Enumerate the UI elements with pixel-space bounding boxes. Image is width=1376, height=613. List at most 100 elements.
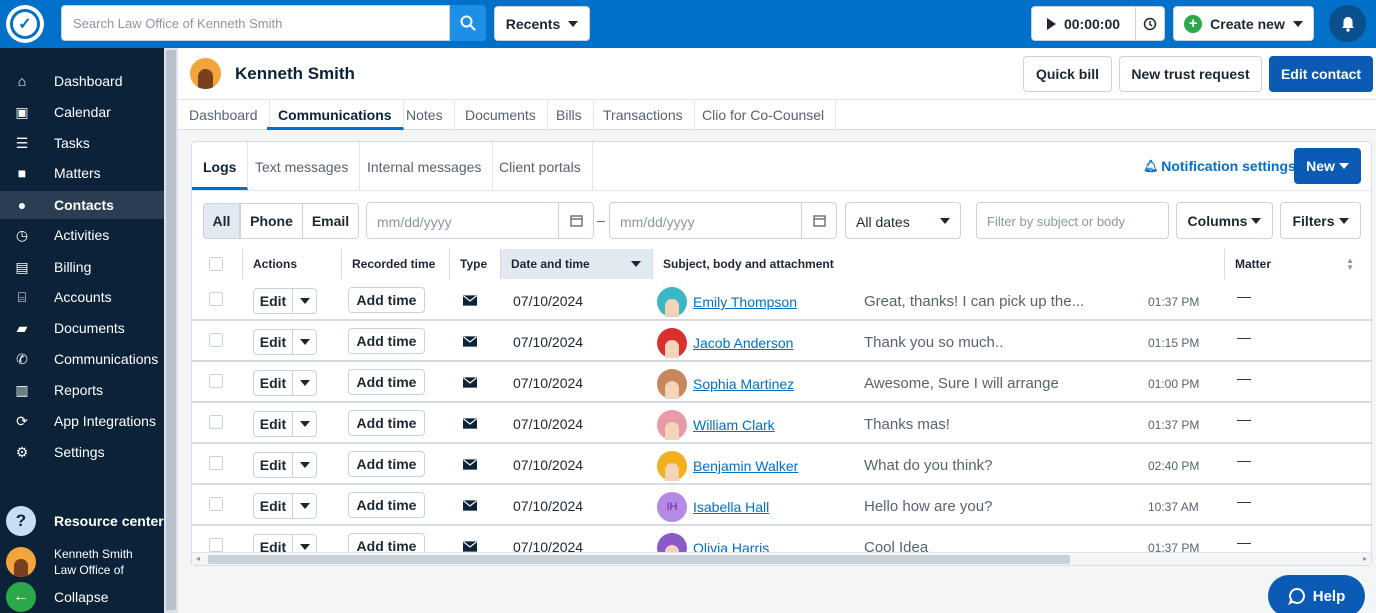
- add-time-button[interactable]: Add time: [348, 369, 425, 395]
- global-search-input[interactable]: Search Law Office of Kenneth Smith: [61, 5, 450, 41]
- contact-name-link[interactable]: Emily Thompson: [693, 294, 797, 310]
- add-time-button[interactable]: Add time: [348, 410, 425, 436]
- tab-notes[interactable]: Notes: [395, 100, 455, 130]
- contact-name-link[interactable]: William Clark: [693, 417, 775, 433]
- sidebar-item-contacts[interactable]: ● Contacts: [0, 191, 164, 219]
- subtab-internal-messages[interactable]: Internal messages: [356, 142, 494, 190]
- contact-name-link[interactable]: Olivia Harris: [693, 540, 769, 552]
- tab-communications[interactable]: Communications: [267, 100, 404, 130]
- add-time-button[interactable]: Add time: [348, 451, 425, 477]
- columns-button[interactable]: Columns: [1176, 202, 1273, 239]
- new-log-button[interactable]: New: [1294, 148, 1361, 184]
- row-subject[interactable]: Cool Idea: [864, 539, 928, 552]
- edit-contact-button[interactable]: Edit contact: [1269, 56, 1373, 92]
- filter-phone[interactable]: Phone: [240, 203, 303, 239]
- scrollbar-thumb[interactable]: [166, 50, 176, 610]
- notification-settings-link[interactable]: 🔔︎ Notification settings: [1143, 158, 1296, 174]
- row-checkbox[interactable]: [209, 497, 223, 511]
- sidebar-item-activities[interactable]: ◷ Activities: [0, 221, 164, 249]
- all-dates-select[interactable]: All dates: [845, 202, 961, 239]
- date-to-input[interactable]: mm/dd/yyyy: [609, 202, 802, 239]
- search-button[interactable]: [450, 5, 486, 41]
- timer-history-button[interactable]: [1135, 6, 1165, 41]
- edit-menu-button[interactable]: [292, 452, 317, 478]
- row-subject[interactable]: Hello how are you?: [864, 498, 992, 515]
- subtab-text-messages[interactable]: Text messages: [244, 142, 361, 190]
- column-recorded-time[interactable]: Recorded time: [342, 249, 450, 279]
- sidebar-item-calendar[interactable]: ▣ Calendar: [0, 98, 164, 126]
- edit-menu-button[interactable]: [292, 534, 317, 552]
- clio-logo[interactable]: ✓: [6, 5, 44, 43]
- date-from-input[interactable]: mm/dd/yyyy: [366, 202, 559, 239]
- row-checkbox[interactable]: [209, 415, 223, 429]
- resource-center-link[interactable]: ? Resource center: [0, 506, 164, 536]
- tab-clio-for-co-counsel[interactable]: Clio for Co-Counsel: [691, 100, 837, 130]
- row-checkbox[interactable]: [209, 538, 223, 552]
- edit-button[interactable]: Edit: [253, 411, 293, 437]
- sidebar-item-settings[interactable]: ⚙ Settings: [0, 438, 164, 466]
- tab-bills[interactable]: Bills: [545, 100, 594, 130]
- column-type[interactable]: Type: [450, 249, 501, 279]
- sidebar-item-reports[interactable]: ▥ Reports: [0, 376, 164, 404]
- scroll-left-icon[interactable]: ◂: [196, 554, 200, 563]
- date-to-calendar-button[interactable]: [801, 202, 837, 239]
- add-time-button[interactable]: Add time: [348, 287, 425, 313]
- edit-menu-button[interactable]: [292, 288, 317, 314]
- row-checkbox[interactable]: [209, 292, 223, 306]
- contact-name-link[interactable]: Jacob Anderson: [693, 335, 793, 351]
- filter-email[interactable]: Email: [302, 203, 359, 239]
- sidebar-item-matters[interactable]: ■ Matters: [0, 159, 164, 187]
- sidebar-item-tasks[interactable]: ☰ Tasks: [0, 129, 164, 157]
- sidebar-item-accounts[interactable]: ⌸ Accounts: [0, 283, 164, 311]
- column-subject[interactable]: Subject, body and attachment: [653, 249, 1225, 279]
- row-subject[interactable]: Thank you so much..: [864, 334, 1003, 351]
- tab-dashboard[interactable]: Dashboard: [178, 100, 270, 130]
- row-checkbox[interactable]: [209, 374, 223, 388]
- row-subject[interactable]: Thanks mas!: [864, 416, 950, 433]
- subject-filter-input[interactable]: Filter by subject or body: [976, 202, 1169, 239]
- horizontal-scrollbar[interactable]: ◂ ▸: [192, 552, 1371, 565]
- sidebar-item-billing[interactable]: ▤ Billing: [0, 253, 164, 281]
- scroll-right-icon[interactable]: ▸: [1363, 554, 1367, 563]
- collapse-button[interactable]: ← Collapse: [0, 582, 164, 612]
- row-checkbox[interactable]: [209, 456, 223, 470]
- row-subject[interactable]: Awesome, Sure I will arrange: [864, 375, 1059, 392]
- edit-menu-button[interactable]: [292, 370, 317, 396]
- date-from-calendar-button[interactable]: [558, 202, 594, 239]
- help-button[interactable]: Help: [1268, 575, 1365, 613]
- sidebar-item-dashboard[interactable]: ⌂ Dashboard: [0, 67, 164, 95]
- contact-name-link[interactable]: Isabella Hall: [693, 499, 769, 515]
- edit-button[interactable]: Edit: [253, 452, 293, 478]
- add-time-button[interactable]: Add time: [348, 533, 425, 552]
- sidebar-item-communications[interactable]: ✆ Communications: [0, 345, 164, 373]
- scrollbar-thumb[interactable]: [208, 555, 1070, 564]
- edit-button[interactable]: Edit: [253, 493, 293, 519]
- edit-button[interactable]: Edit: [253, 370, 293, 396]
- filter-all[interactable]: All: [203, 203, 240, 239]
- contact-name-link[interactable]: Benjamin Walker: [693, 458, 798, 474]
- notifications-button[interactable]: [1329, 5, 1366, 42]
- user-profile[interactable]: Kenneth Smith Law Office of: [0, 542, 164, 582]
- edit-button[interactable]: Edit: [253, 329, 293, 355]
- edit-button[interactable]: Edit: [253, 534, 293, 552]
- tab-documents[interactable]: Documents: [454, 100, 548, 130]
- quick-bill-button[interactable]: Quick bill: [1023, 56, 1112, 92]
- filters-button[interactable]: Filters: [1280, 202, 1361, 239]
- tab-transactions[interactable]: Transactions: [592, 100, 695, 130]
- create-new-button[interactable]: + Create new: [1173, 6, 1314, 41]
- edit-button[interactable]: Edit: [253, 288, 293, 314]
- row-subject[interactable]: Great, thanks! I can pick up the...: [864, 293, 1084, 310]
- row-checkbox[interactable]: [209, 333, 223, 347]
- column-date-and-time[interactable]: Date and time: [501, 249, 653, 279]
- row-subject[interactable]: What do you think?: [864, 457, 992, 474]
- new-trust-request-button[interactable]: New trust request: [1119, 56, 1262, 92]
- add-time-button[interactable]: Add time: [348, 492, 425, 518]
- sidebar-item-app-integrations[interactable]: ⟳ App Integrations: [0, 407, 164, 435]
- edit-menu-button[interactable]: [292, 493, 317, 519]
- subtab-logs[interactable]: Logs: [192, 142, 249, 190]
- select-all-checkbox[interactable]: [209, 257, 223, 271]
- edit-menu-button[interactable]: [292, 411, 317, 437]
- add-time-button[interactable]: Add time: [348, 328, 425, 354]
- sidebar-scrollbar[interactable]: [164, 48, 178, 613]
- edit-menu-button[interactable]: [292, 329, 317, 355]
